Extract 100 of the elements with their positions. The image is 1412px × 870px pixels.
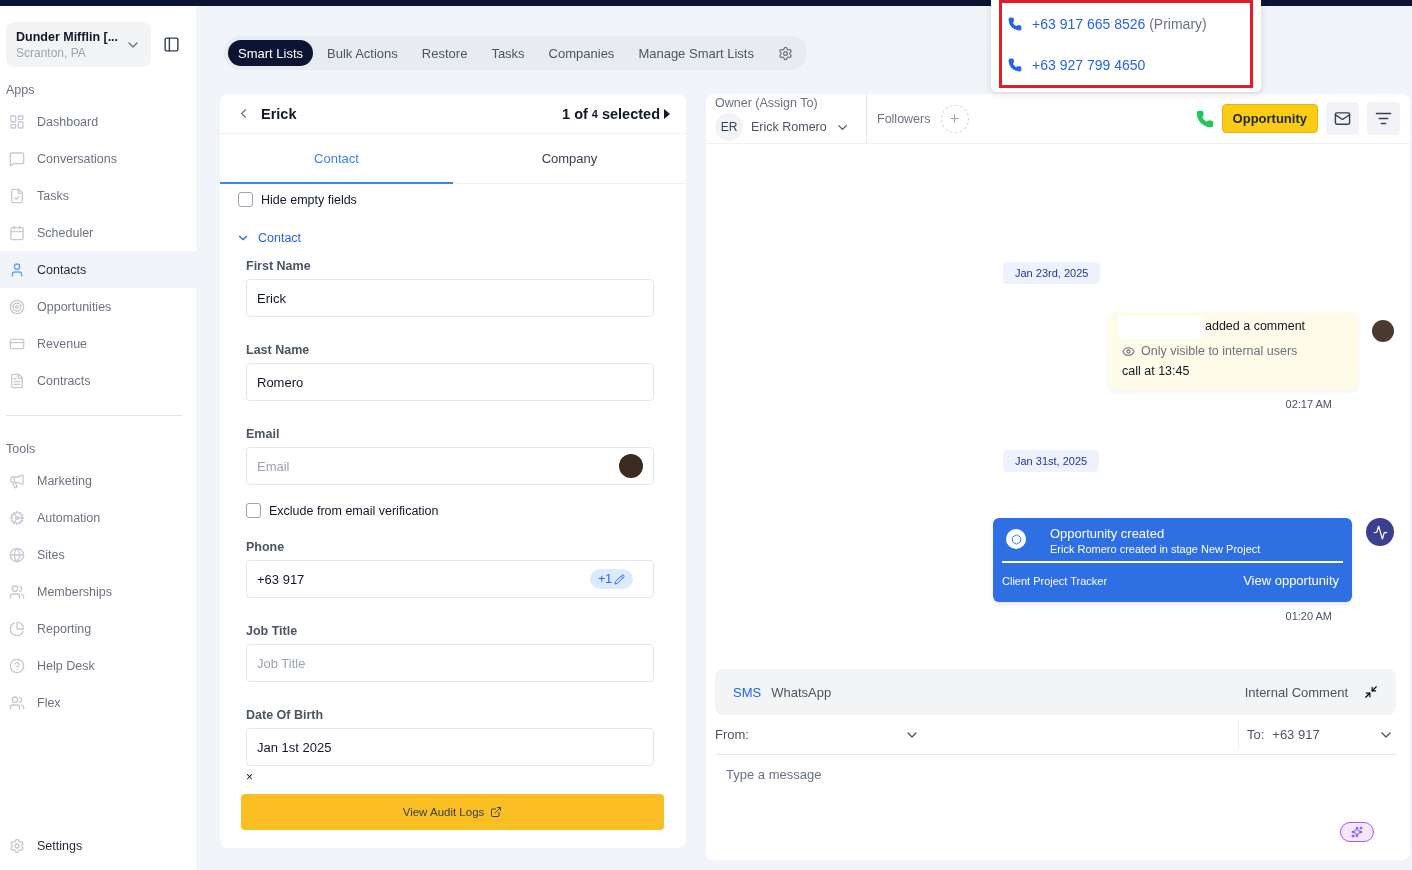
nav-tab[interactable]: Tasks <box>481 40 535 66</box>
external-link-icon <box>490 806 503 818</box>
field-value: +63 917 <box>257 571 305 587</box>
workspace-switcher[interactable]: Dunder Mifflin [... Scranton, PA <box>6 22 151 67</box>
owner-select[interactable]: ER Erick Romero <box>715 113 856 141</box>
sidebar-item[interactable]: Flex <box>0 684 196 721</box>
dashboard-icon <box>9 113 25 130</box>
ai-assist-button[interactable] <box>1340 822 1374 842</box>
nav-tab[interactable]: Smart Lists <box>228 40 313 66</box>
sidebar-item[interactable]: Contacts <box>0 251 196 288</box>
field-label: Date Of Birth <box>246 708 325 722</box>
to-select[interactable]: +63 917 <box>1264 726 1396 743</box>
eye-icon <box>1122 344 1135 358</box>
channel-tab[interactable]: SMS <box>733 684 762 700</box>
collapse-icon[interactable] <box>1364 685 1378 699</box>
field-placeholder: Email <box>257 458 290 474</box>
phone-number-option[interactable]: +63 917 665 8526 (Primary) <box>1008 15 1244 32</box>
field-value: Erick <box>257 290 286 306</box>
avatar-circle <box>1372 320 1394 342</box>
pager[interactable]: 1 of 4 selected <box>562 105 670 122</box>
gear-icon <box>9 509 25 526</box>
email-button[interactable] <box>1326 102 1359 135</box>
mail-icon <box>1334 110 1351 127</box>
calendar-icon <box>9 224 25 241</box>
chat-icon <box>9 150 25 167</box>
nav-tab[interactable]: Restore <box>411 40 478 66</box>
owner-label: Owner (Assign To) <box>715 96 819 110</box>
sidebar-item[interactable]: Contracts <box>0 362 196 399</box>
channel-tab[interactable]: WhatsApp <box>771 684 832 700</box>
initials-avatar: ER <box>715 113 743 141</box>
settings-item[interactable]: Settings <box>0 827 196 864</box>
phone-icon <box>1008 57 1022 72</box>
sidebar-item[interactable]: Marketing <box>0 462 196 499</box>
date-chip: Jan 31st, 2025 <box>1003 450 1100 472</box>
document-check-icon <box>9 187 25 204</box>
document-icon <box>9 372 25 389</box>
sidebar-item[interactable]: Memberships <box>0 573 196 610</box>
sidebar-item[interactable]: Conversations <box>0 140 196 177</box>
opportunity-button[interactable]: Opportunity <box>1221 104 1318 133</box>
sidebar-item[interactable]: Revenue <box>0 325 196 362</box>
followers-label: Followers <box>877 111 931 126</box>
sidebar-item[interactable]: Help Desk <box>0 647 196 684</box>
input-field[interactable]: Romero <box>246 363 654 401</box>
sidebar-item[interactable]: Sites <box>0 536 196 573</box>
filter-button[interactable] <box>1367 102 1400 135</box>
phone-number-option[interactable]: +63 927 799 4650 <box>1008 56 1244 73</box>
target-icon <box>9 298 25 315</box>
sidebar-item[interactable]: Scheduler <box>0 214 196 251</box>
sidebar-item[interactable]: Tasks <box>0 177 196 214</box>
people-icon <box>9 694 25 711</box>
section-header[interactable]: Contact <box>236 231 654 245</box>
sidebar-item[interactable]: Automation <box>0 499 196 536</box>
people-icon <box>9 583 25 600</box>
field-label: Job Title <box>246 624 299 638</box>
settings-icon <box>9 837 25 854</box>
input-field[interactable]: Jan 1st 2025 <box>246 728 654 766</box>
sparkles-icon <box>1351 826 1363 838</box>
timestamp: 02:17 AM <box>1285 398 1332 410</box>
sidebar-item[interactable]: Opportunities <box>0 288 196 325</box>
plus-icon <box>948 112 961 125</box>
event-subtitle: Erick Romero created in stage New Project <box>1050 543 1261 555</box>
view-audit-logs-button[interactable]: View Audit Logs <box>241 794 664 830</box>
checkbox[interactable] <box>246 503 261 518</box>
date-chip: Jan 23rd, 2025 <box>1003 262 1101 284</box>
field-label: Last Name <box>246 343 311 357</box>
contact-name: Erick <box>261 105 297 122</box>
field-value: Jan 1st 2025 <box>257 739 332 755</box>
nav-tab[interactable]: Manage Smart Lists <box>628 40 764 66</box>
sidebar-toggle-icon[interactable] <box>163 36 180 53</box>
nav-tab[interactable]: Bulk Actions <box>317 40 408 66</box>
pulse-icon <box>1372 524 1388 540</box>
pipeline-name: Client Project Tracker <box>1002 574 1108 587</box>
settings-icon[interactable] <box>778 45 793 61</box>
section-title: Tools <box>5 441 37 458</box>
pencil-icon <box>614 573 625 585</box>
avatar-circle <box>619 454 643 478</box>
phone-icon[interactable] <box>1195 109 1214 128</box>
field-label: Phone <box>246 540 286 554</box>
input-field[interactable]: Erick <box>246 279 654 317</box>
person-icon <box>9 261 25 278</box>
clear-button[interactable]: × <box>246 770 654 784</box>
field-value: Romero <box>257 374 304 390</box>
timestamp: 01:20 AM <box>1285 610 1332 622</box>
checkbox[interactable] <box>238 192 253 207</box>
sidebar-item[interactable]: Reporting <box>0 610 196 647</box>
nav-tab[interactable]: Companies <box>538 40 625 66</box>
count-badge[interactable]: +1 <box>590 569 633 589</box>
internal-comment-tab[interactable]: Internal Comment <box>1238 683 1354 701</box>
pie-chart-icon <box>9 620 25 637</box>
from-label: From: <box>715 727 749 742</box>
megaphone-icon <box>9 472 25 489</box>
checkbox-label: Exclude from email verification <box>269 503 439 518</box>
event-title: Opportunity created <box>1050 526 1166 541</box>
checkbox-label: Hide empty fields <box>261 192 357 207</box>
view-opportunity-link[interactable]: View opportunity <box>1243 573 1339 588</box>
to-label: To: <box>1246 727 1265 742</box>
caret-icon <box>664 108 670 119</box>
filter-icon <box>1375 110 1392 127</box>
sidebar-item[interactable]: Dashboard <box>0 103 196 140</box>
input-field[interactable]: +63 917 +1 <box>246 560 654 598</box>
